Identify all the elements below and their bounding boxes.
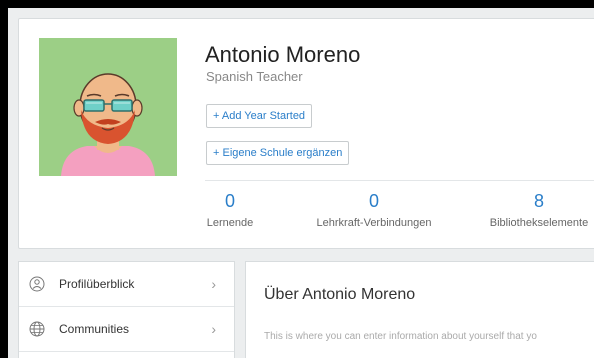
profile-card: Antonio Moreno Spanish Teacher + Add Yea… [18, 18, 594, 249]
stat-label: Lernende [206, 217, 254, 229]
about-panel: Über Antonio Moreno This is where you ca… [245, 261, 594, 358]
profile-sidebar: Profilüberblick › Communities › [18, 261, 235, 358]
chevron-right-icon: › [211, 321, 216, 337]
about-placeholder-text[interactable]: This is where you can enter information … [264, 331, 537, 342]
stat-teacher-connections[interactable]: 0 Lehrkraft-Verbindungen [294, 190, 454, 229]
profile-role: Spanish Teacher [206, 69, 303, 84]
stat-library-items[interactable]: 8 Bibliothekselemente [474, 190, 594, 229]
about-title: Über Antonio Moreno [264, 286, 416, 303]
globe-icon [29, 321, 45, 337]
stat-value: 8 [533, 191, 544, 211]
add-year-started-button[interactable]: + Add Year Started [206, 104, 313, 128]
profile-overview-icon [29, 276, 45, 292]
page-viewport: Antonio Moreno Spanish Teacher + Add Yea… [8, 8, 594, 358]
add-school-button[interactable]: + Eigene Schule ergänzen [206, 141, 350, 165]
sidebar-item-profile-overview[interactable]: Profilüberblick › [19, 262, 234, 307]
sidebar-item-label: Communities [59, 322, 130, 336]
chevron-right-icon: › [211, 276, 216, 292]
sidebar-item-communities[interactable]: Communities › [19, 307, 234, 352]
sidebar-item-label: Profilüberblick [59, 277, 135, 291]
avatar [39, 38, 177, 176]
stat-label: Bibliothekselemente [489, 217, 589, 229]
stats-divider [205, 180, 594, 181]
stat-learners[interactable]: 0 Lernende [205, 190, 255, 229]
stat-value: 0 [224, 191, 235, 211]
stat-value: 0 [368, 191, 379, 211]
stat-label: Lehrkraft-Verbindungen [316, 217, 432, 229]
profile-name: Antonio Moreno [205, 42, 361, 67]
